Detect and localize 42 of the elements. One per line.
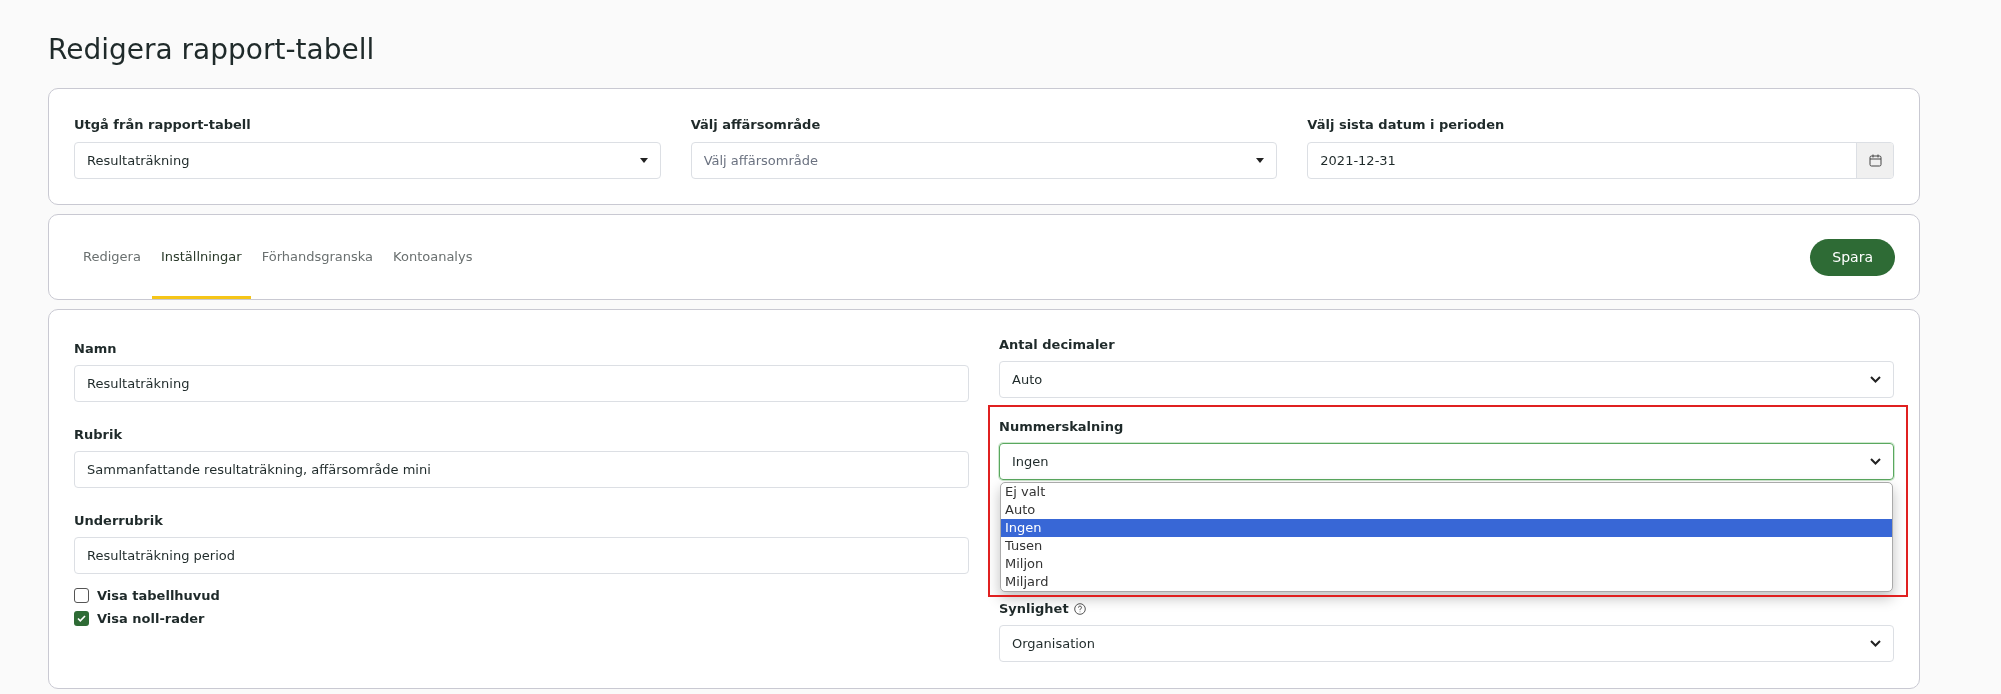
field-label: Synlighet bbox=[999, 600, 1069, 617]
dropdown-option[interactable]: Tusen bbox=[1001, 537, 1892, 555]
dropdown-option[interactable]: Miljon bbox=[1001, 555, 1892, 573]
date-field[interactable]: 2021-12-31 bbox=[1307, 142, 1894, 179]
tab[interactable]: Redigera bbox=[74, 215, 150, 299]
select-field[interactable]: Ingen bbox=[999, 443, 1894, 480]
text-field[interactable]: Sammanfattande resultaträkning, affärsområde mini bbox=[74, 451, 969, 488]
dropdown-option[interactable]: Auto bbox=[1001, 501, 1892, 519]
checkbox-label: Visa noll-rader bbox=[97, 609, 205, 628]
checkbox[interactable] bbox=[74, 610, 89, 626]
field-label: Antal decimaler bbox=[999, 336, 1115, 353]
tab[interactable]: Kontoanalys bbox=[384, 215, 482, 299]
field-label: Välj sista datum i perioden bbox=[1307, 116, 1506, 133]
field-label: Välj affärsområde bbox=[690, 116, 822, 133]
save-button[interactable]: Spara bbox=[1810, 238, 1895, 276]
field-label: Nummerskalning bbox=[999, 418, 1124, 435]
select-field[interactable]: Resultaträkning bbox=[74, 142, 661, 179]
select-field[interactable]: Auto bbox=[999, 361, 1894, 398]
chevron-down-icon bbox=[1870, 640, 1881, 647]
checkmark-icon bbox=[77, 614, 86, 622]
select-field[interactable]: Organisation bbox=[999, 625, 1894, 662]
field-label: Namn bbox=[74, 340, 117, 357]
caret-icon bbox=[1256, 158, 1265, 163]
chevron-down-icon bbox=[1870, 376, 1881, 383]
text-field[interactable]: Resultaträkning period bbox=[74, 537, 969, 574]
field-label: Underrubrik bbox=[74, 512, 163, 529]
caret-icon bbox=[639, 158, 648, 163]
field-label: Utgå från rapport-tabell bbox=[74, 116, 252, 133]
calendar-icon bbox=[1868, 154, 1882, 167]
tab[interactable]: Förhandsgranska bbox=[252, 215, 383, 299]
text-field[interactable]: Resultaträkning bbox=[74, 365, 969, 402]
help-icon[interactable] bbox=[1073, 602, 1086, 615]
tab[interactable]: Inställningar bbox=[151, 215, 251, 299]
checkbox[interactable] bbox=[74, 588, 89, 604]
select-field[interactable]: Välj affärsområde bbox=[690, 142, 1278, 179]
dropdown-option[interactable]: Ingen bbox=[1001, 519, 1892, 537]
chevron-down-icon bbox=[1870, 458, 1881, 465]
dropdown-option[interactable]: Miljard bbox=[1001, 573, 1892, 591]
dropdown-option[interactable]: Ej valt bbox=[1001, 483, 1892, 501]
checkbox-label: Visa tabellhuvud bbox=[97, 587, 220, 605]
page-title: Redigera rapport-tabell bbox=[48, 32, 375, 68]
field-label: Rubrik bbox=[74, 426, 123, 443]
